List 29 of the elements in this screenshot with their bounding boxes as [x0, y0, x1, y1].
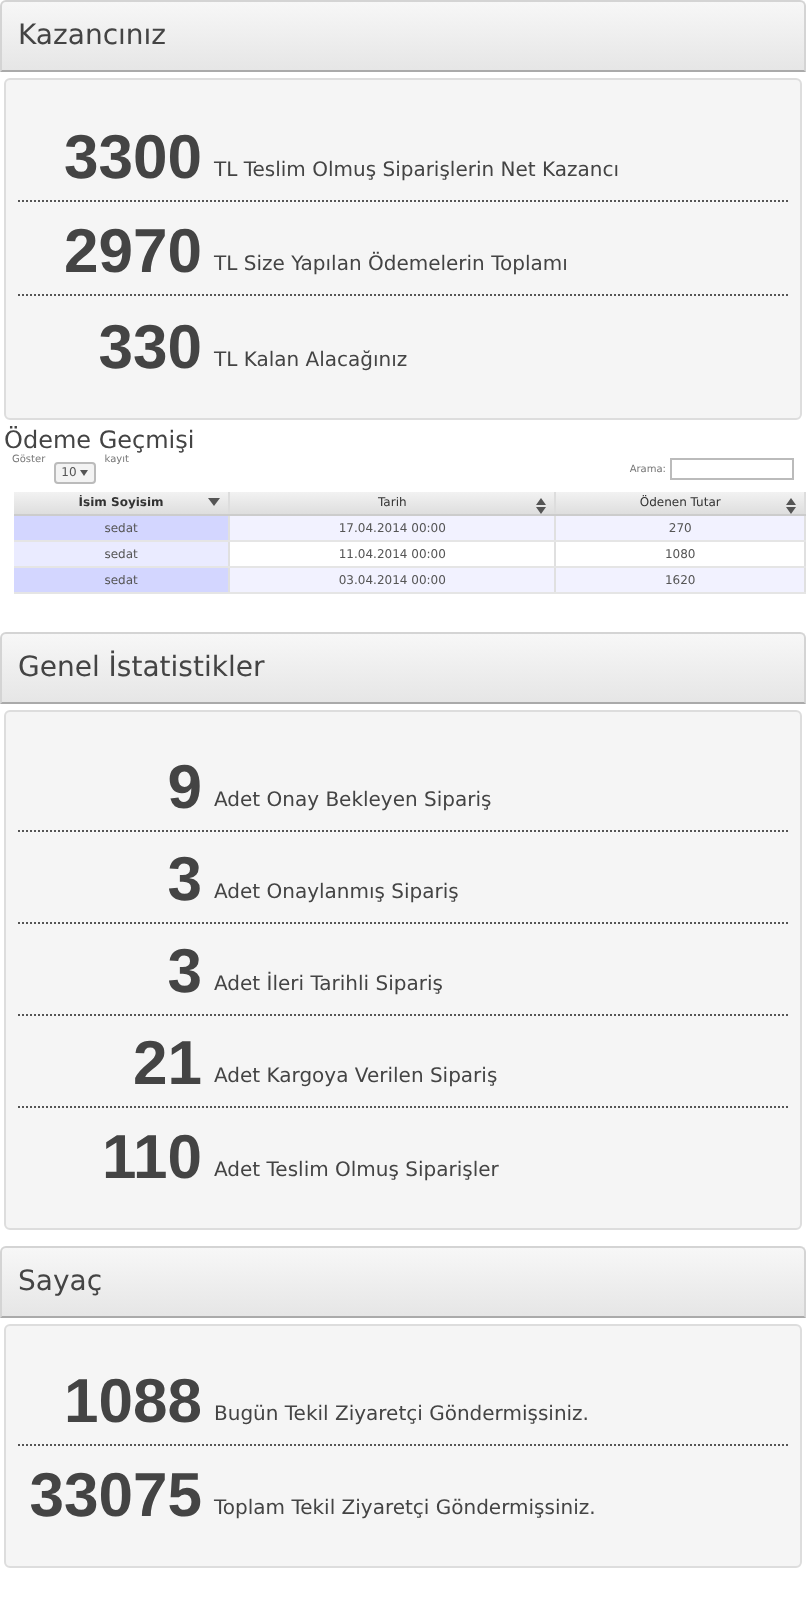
stat-label: TL Kalan Alacağınız [214, 348, 408, 376]
stat-number: 3300 [62, 123, 202, 196]
search-field[interactable] [670, 458, 794, 480]
stat-label: Adet İleri Tarihli Sipariş [214, 970, 443, 1000]
panel-title: Kazancınız [18, 17, 167, 55]
stat-label: TL Size Yapılan Ödemelerin Toplamı [214, 250, 568, 280]
stat-number: 2970 [62, 217, 202, 290]
stat-number: 1088 [62, 1367, 202, 1440]
stat-label: Adet Onaylanmış Sipariş [214, 880, 459, 908]
caret-icon [80, 470, 89, 476]
section-title: Ödeme Geçmişi [4, 428, 197, 452]
stat-number: 21 [131, 1029, 202, 1102]
stat-label: Toplam Tekil Ziyaretçi Göndermişsiniz. [214, 1496, 596, 1524]
sort-down-icon [208, 498, 221, 506]
stat-number: 110 [99, 1123, 202, 1196]
stat-label: Adet Kargoya Verilen Sipariş [214, 1064, 498, 1092]
stat-number: 3 [165, 937, 202, 1010]
stat-label: Bugün Tekil Ziyaretçi Göndermişsiniz. [214, 1402, 589, 1430]
stat-number: 9 [165, 753, 202, 826]
stat-number: 3 [165, 845, 202, 918]
panel-title: Sayaç [18, 1263, 103, 1301]
sort-icon [536, 498, 547, 514]
stat-number: 33075 [27, 1461, 202, 1534]
stat-label: Adet Teslim Olmuş Siparişler [214, 1158, 499, 1186]
panel-title: Genel İstatistikler [18, 648, 265, 687]
sort-icon [786, 498, 796, 514]
stat-number: 330 [96, 313, 202, 386]
stat-label: TL Teslim Olmuş Siparişlerin Net Kazancı [214, 158, 619, 186]
stat-label: Adet Onay Bekleyen Sipariş [214, 788, 492, 816]
